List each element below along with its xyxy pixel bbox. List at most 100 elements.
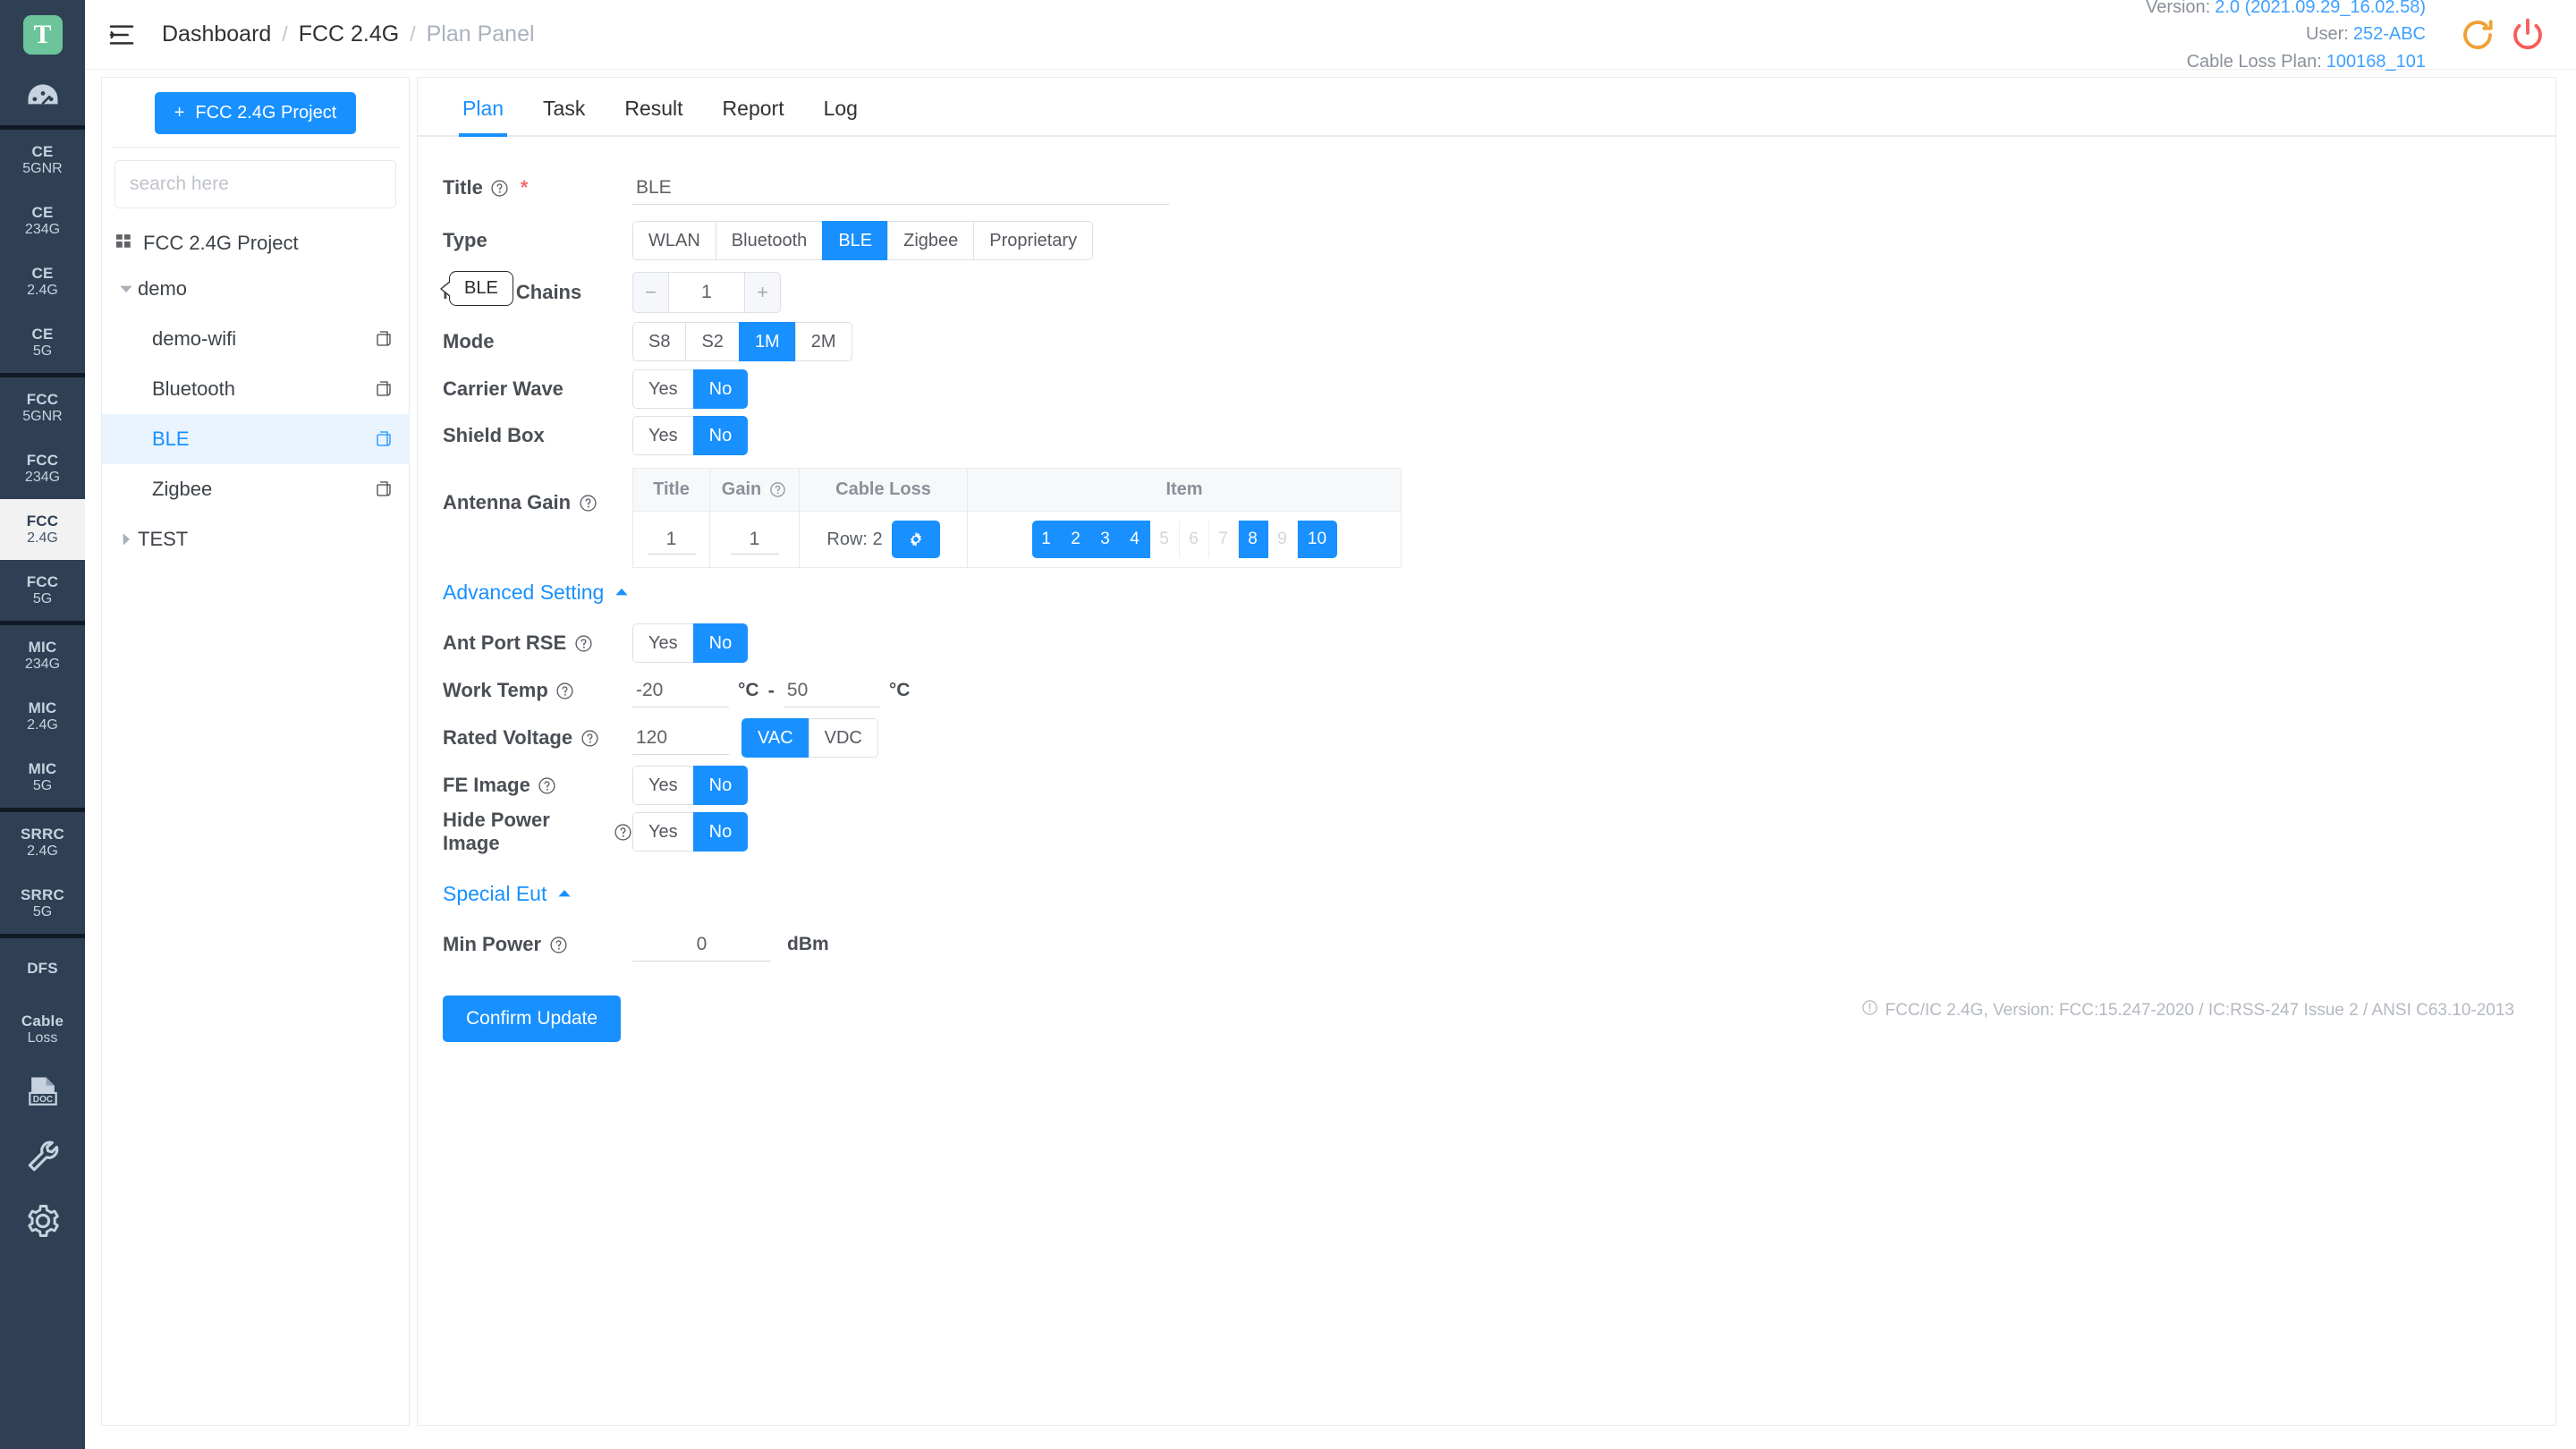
advanced-setting-header[interactable]: Advanced Setting: [418, 580, 2555, 605]
help-icon[interactable]: [580, 728, 599, 748]
rail-item-fcc-2.4g[interactable]: FCC 2.4G: [0, 499, 85, 560]
rail-item-mic-5g[interactable]: MIC 5G: [0, 747, 85, 808]
stepper-plus-button[interactable]: +: [744, 273, 780, 312]
help-icon[interactable]: [548, 935, 568, 954]
special-eut-header[interactable]: Special Eut: [418, 882, 2555, 906]
help-icon[interactable]: [573, 633, 593, 653]
fe-image-no[interactable]: No: [692, 766, 749, 805]
item-10[interactable]: 10: [1297, 521, 1337, 558]
wrench-icon[interactable]: [0, 1124, 85, 1189]
app-logo[interactable]: T: [0, 0, 85, 70]
stepper-minus-button[interactable]: −: [633, 273, 669, 312]
shield-box-yes[interactable]: Yes: [632, 416, 693, 455]
copy-icon[interactable]: [366, 480, 402, 498]
confirm-update-button[interactable]: Confirm Update: [443, 996, 622, 1042]
rail-item-fcc-234g[interactable]: FCC 234G: [0, 438, 85, 499]
antenna-gain-input[interactable]: [730, 524, 779, 555]
tree-node-zigbee[interactable]: Zigbee: [102, 464, 409, 514]
type-option-zigbee[interactable]: Zigbee: [887, 221, 974, 260]
tab-plan[interactable]: Plan: [443, 97, 523, 137]
chevron-down-icon[interactable]: [114, 282, 138, 296]
help-icon[interactable]: [538, 775, 557, 795]
tree-node-bluetooth[interactable]: Bluetooth: [102, 364, 409, 414]
type-option-wlan[interactable]: WLAN: [632, 221, 716, 260]
tree-root-node[interactable]: FCC 2.4G Project: [102, 223, 409, 264]
tab-log[interactable]: Log: [804, 97, 877, 135]
item-8[interactable]: 8: [1238, 521, 1268, 558]
carrier-wave-yes[interactable]: Yes: [632, 369, 693, 409]
hide-power-image-no[interactable]: No: [692, 812, 749, 852]
hamburger-menu-icon[interactable]: [101, 14, 142, 55]
item-7[interactable]: 7: [1208, 521, 1239, 558]
mode-option-s2[interactable]: S2: [685, 322, 739, 361]
help-icon[interactable]: [767, 480, 787, 500]
breadcrumb-dashboard[interactable]: Dashboard: [162, 21, 271, 47]
search-input[interactable]: [114, 160, 396, 208]
doc-icon[interactable]: DOC: [0, 1060, 85, 1124]
breadcrumb-fcc-2.4g[interactable]: FCC 2.4G: [299, 21, 400, 47]
item-9[interactable]: 9: [1267, 521, 1298, 558]
rail-item-ce-5gnr[interactable]: CE 5GNR: [0, 130, 85, 191]
rail-item-dfs[interactable]: DFS: [0, 938, 85, 999]
rail-item-srrc-5g[interactable]: SRRC 5G: [0, 873, 85, 934]
rail-item-ce-5g[interactable]: CE 5G: [0, 312, 85, 373]
item-4[interactable]: 4: [1120, 521, 1150, 558]
mode-option-2m[interactable]: 2M: [794, 322, 852, 361]
chevron-up-icon[interactable]: [614, 580, 629, 605]
power-icon[interactable]: [2503, 10, 2553, 60]
new-project-button[interactable]: + FCC 2.4G Project: [154, 92, 357, 134]
rated-voltage-vdc[interactable]: VDC: [808, 718, 878, 758]
chevron-right-icon[interactable]: [114, 532, 138, 547]
gear-icon[interactable]: [0, 1189, 85, 1253]
tree-node-demo-wifi[interactable]: demo-wifi: [102, 314, 409, 364]
hide-power-image-yes[interactable]: Yes: [632, 812, 693, 852]
dashboard-gauge-icon[interactable]: [0, 70, 85, 125]
rail-item-ce-234g[interactable]: CE 234G: [0, 191, 85, 251]
work-temp-max-input[interactable]: [783, 674, 880, 708]
ant-port-rse-no[interactable]: No: [692, 623, 749, 663]
tree-node-ble[interactable]: BLE: [102, 414, 409, 464]
tree-node-test[interactable]: TEST: [102, 514, 409, 564]
antenna-title-input[interactable]: [647, 524, 696, 555]
item-5[interactable]: 5: [1149, 521, 1180, 558]
type-option-ble[interactable]: BLE: [822, 221, 888, 260]
cable-loss-settings-button[interactable]: [891, 521, 940, 558]
mode-option-s8[interactable]: S8: [632, 322, 686, 361]
rail-item-fcc-5gnr[interactable]: FCC 5GNR: [0, 377, 85, 438]
help-icon[interactable]: [490, 178, 510, 198]
refresh-icon[interactable]: [2453, 10, 2503, 60]
tab-result[interactable]: Result: [605, 97, 702, 135]
min-power-input[interactable]: [632, 928, 771, 962]
rail-item-fcc-5g[interactable]: FCC 5G: [0, 560, 85, 621]
ant-port-rse-yes[interactable]: Yes: [632, 623, 693, 663]
title-input[interactable]: [632, 171, 1169, 205]
item-6[interactable]: 6: [1179, 521, 1209, 558]
type-option-bluetooth[interactable]: Bluetooth: [715, 221, 823, 260]
carrier-wave-no[interactable]: No: [692, 369, 749, 409]
rail-item-mic-2.4g[interactable]: MIC 2.4G: [0, 686, 85, 747]
tab-report[interactable]: Report: [703, 97, 804, 135]
item-3[interactable]: 3: [1090, 521, 1121, 558]
help-icon[interactable]: [555, 681, 575, 700]
help-icon[interactable]: [613, 822, 632, 842]
stepper-value[interactable]: 1: [669, 273, 744, 312]
copy-icon[interactable]: [366, 380, 402, 398]
rated-voltage-input[interactable]: [632, 721, 729, 755]
rail-item-srrc-2.4g[interactable]: SRRC 2.4G: [0, 812, 85, 873]
mode-option-1m[interactable]: 1M: [738, 322, 795, 361]
item-1[interactable]: 1: [1031, 521, 1062, 558]
work-temp-min-input[interactable]: [632, 674, 729, 708]
tab-task[interactable]: Task: [523, 97, 605, 135]
chevron-up-icon[interactable]: [557, 882, 572, 906]
rail-item-cable-loss[interactable]: Cable Loss: [0, 999, 85, 1060]
fe-image-yes[interactable]: Yes: [632, 766, 693, 805]
item-2[interactable]: 2: [1061, 521, 1091, 558]
shield-box-no[interactable]: No: [692, 416, 749, 455]
copy-icon[interactable]: [366, 330, 402, 348]
rail-item-mic-234g[interactable]: MIC 234G: [0, 625, 85, 686]
help-icon[interactable]: [578, 493, 597, 513]
rated-voltage-vac[interactable]: VAC: [741, 718, 809, 758]
tree-node-demo[interactable]: demo: [102, 264, 409, 314]
copy-icon[interactable]: [366, 430, 402, 448]
rail-item-ce-2.4g[interactable]: CE 2.4G: [0, 251, 85, 312]
